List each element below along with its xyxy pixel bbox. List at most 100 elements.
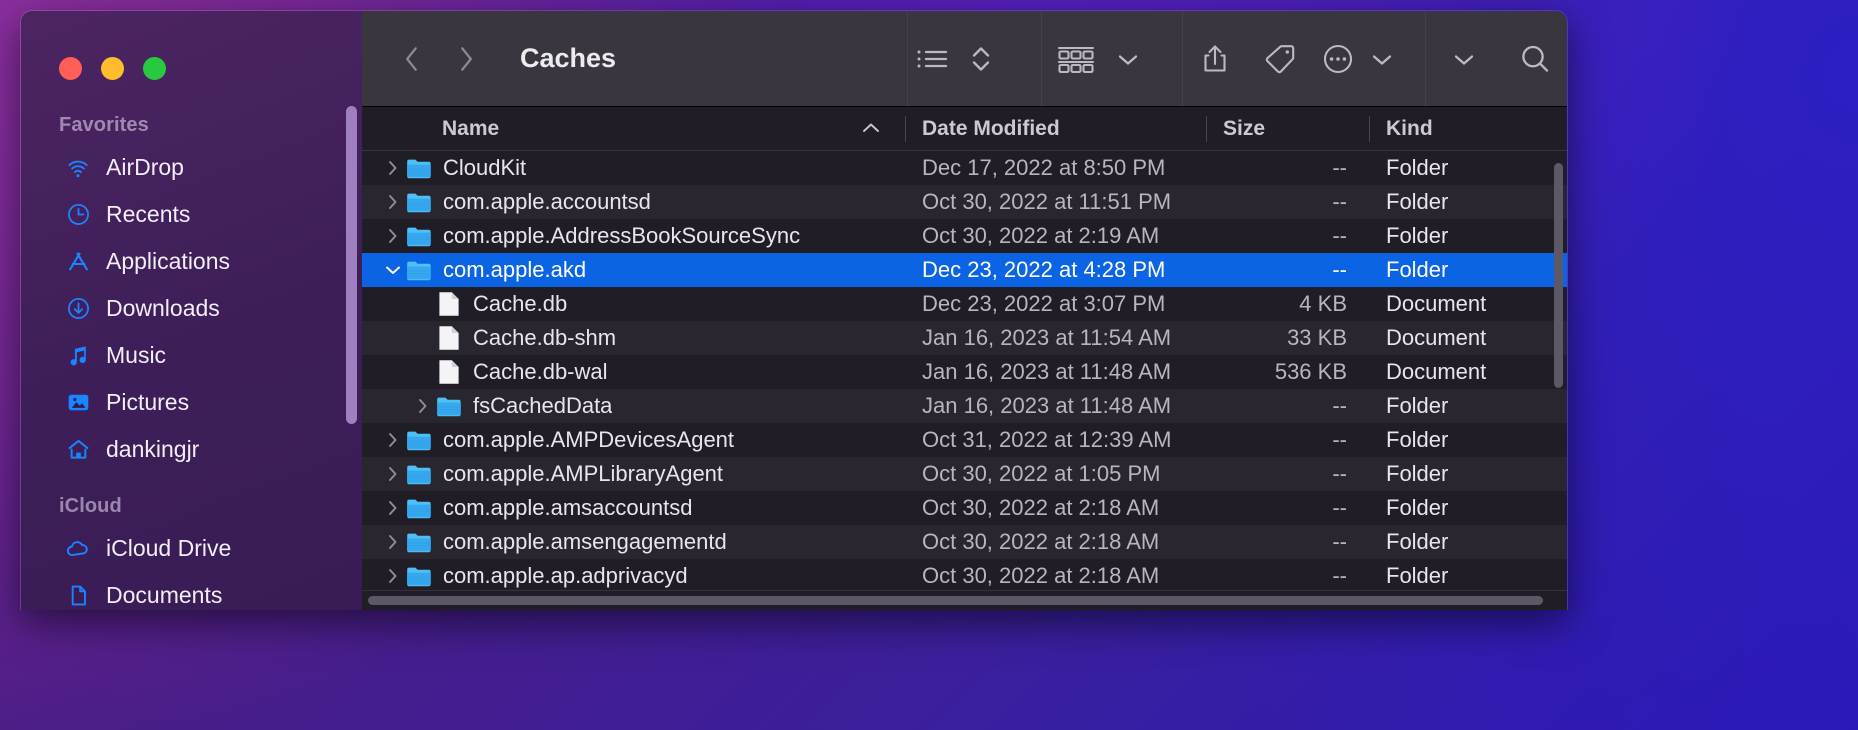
sidebar-item-documents[interactable]: Documents [29,572,350,610]
document-icon [436,359,462,385]
sidebar-item-label: iCloud Drive [106,535,232,561]
table-row[interactable]: Cache.db-shm Jan 16, 2023 at 11:54 AM 33 K… [362,321,1567,355]
cloud-icon [65,536,91,562]
sidebar-item-icloud-drive[interactable]: iCloud Drive [29,525,350,572]
zoom-button[interactable] [143,57,166,80]
horizontal-scrollbar-thumb[interactable] [368,596,1543,605]
disclosure-collapsed-icon[interactable] [380,532,406,552]
sidebar-item-label: Music [106,342,167,368]
sidebar-item-label: Documents [106,582,223,608]
sidebar-item-label: Pictures [106,389,190,415]
table-row[interactable]: com.apple.akd Dec 23, 2022 at 4:28 PM -- Fo… [362,253,1567,287]
table-row[interactable]: com.apple.AMPLibraryAgent Oct 30, 2022 at… [362,457,1567,491]
share-button[interactable] [1182,11,1247,107]
sidebar-item-downloads[interactable]: Downloads [29,285,350,332]
sidebar-item-applications[interactable]: Applications [29,238,350,285]
cell-size: -- [1332,563,1347,588]
disclosure-collapsed-icon[interactable] [380,226,406,246]
cell-date-modified: Jan 16, 2023 at 11:54 AM [922,325,1172,350]
sidebar-scrollbar[interactable] [346,106,357,424]
cell-kind: Folder [1386,393,1449,418]
file-name-label: Cache.db-wal [473,359,608,384]
cell-name: com.apple.accountsd [362,189,905,215]
cell-date-modified: Oct 30, 2022 at 2:18 AM [922,529,1160,554]
cell-name: com.apple.AMPDevicesAgent [362,427,905,453]
disclosure-collapsed-icon[interactable] [380,498,406,518]
cell-kind: Document [1386,359,1487,384]
sort-ascending-icon [861,117,881,141]
toolbar-overflow-button[interactable] [1426,11,1502,107]
clock-icon [65,202,91,228]
forward-button[interactable] [452,41,480,77]
file-name-label: com.apple.amsaccountsd [443,495,693,520]
table-row[interactable]: com.apple.accountsd Oct 30, 2022 at 11:51… [362,185,1567,219]
search-button[interactable] [1502,11,1567,107]
cell-kind: Folder [1386,223,1449,248]
sidebar-item-music[interactable]: Music [29,332,350,379]
cell-size: -- [1332,495,1347,520]
cell-kind: Folder [1386,461,1449,486]
sidebar-item-airdrop[interactable]: AirDrop [29,144,350,191]
file-list-scrollbar[interactable] [1554,163,1563,388]
tag-button[interactable] [1247,11,1312,107]
column-header-size[interactable]: Size [1206,107,1369,151]
cell-name: CloudKit [362,155,905,181]
window-title: Caches [520,43,617,73]
disclosure-collapsed-icon[interactable] [410,396,436,416]
column-header-name[interactable]: Name [362,107,905,151]
cell-size: -- [1332,189,1347,214]
applications-icon [65,249,91,275]
disclosure-collapsed-icon[interactable] [380,566,406,586]
cell-name: com.apple.amsengagementd [362,529,905,555]
cell-date-modified: Oct 30, 2022 at 11:51 PM [922,189,1172,214]
disclosure-collapsed-icon[interactable] [380,430,406,450]
sort-order-button[interactable] [961,11,1000,107]
sidebar-section-title-icloud: iCloud [59,495,122,517]
sidebar-section-title-favorites: Favorites [59,114,149,136]
disclosure-collapsed-icon[interactable] [380,192,406,212]
minimize-button[interactable] [101,57,124,80]
table-row[interactable]: CloudKit Dec 17, 2022 at 8:50 PM -- Folder [362,151,1567,185]
column-header-date-modified[interactable]: Date Modified [905,107,1206,151]
sidebar: Favorites AirDrop Recents Applications D… [21,11,362,610]
cell-size: -- [1332,529,1347,554]
cell-name: com.apple.amsaccountsd [362,495,905,521]
table-row[interactable]: com.apple.amsaccountsd Oct 30, 2022 at 2:… [362,491,1567,525]
table-row[interactable]: com.apple.AMPDevicesAgent Oct 31, 2022 at… [362,423,1567,457]
more-options-button[interactable] [1312,11,1364,107]
cell-date-modified: Jan 16, 2023 at 11:48 AM [922,393,1172,418]
toolbar-actions [907,11,1567,107]
more-options-chevron-button[interactable] [1364,11,1399,107]
file-list[interactable]: CloudKit Dec 17, 2022 at 8:50 PM -- Folder c… [362,151,1567,610]
sidebar-item-label: Downloads [106,295,220,321]
table-row[interactable]: com.apple.AddressBookSourceSync Oct 30, 2… [362,219,1567,253]
disclosure-collapsed-icon[interactable] [380,464,406,484]
file-name-label: com.apple.AddressBookSourceSync [443,223,801,248]
close-button[interactable] [59,57,82,80]
sidebar-item-label: Applications [106,248,231,274]
cell-size: -- [1332,223,1347,248]
cell-name: Cache.db [362,291,905,317]
cell-name: com.apple.ap.adprivacyd [362,563,905,589]
disclosure-collapsed-icon[interactable] [380,158,406,178]
horizontal-scrollbar-track[interactable] [362,590,1567,610]
group-by-button[interactable] [1041,11,1110,107]
table-row[interactable]: Cache.db Dec 23, 2022 at 3:07 PM 4 KB Docum… [362,287,1567,321]
sidebar-item-pictures[interactable]: Pictures [29,379,350,426]
cell-kind: Document [1386,291,1487,316]
disclosure-expanded-icon[interactable] [380,262,406,278]
column-header-kind[interactable]: Kind [1369,107,1567,151]
table-row[interactable]: Cache.db-wal Jan 16, 2023 at 11:48 AM 536 … [362,355,1567,389]
back-button[interactable] [398,41,426,77]
table-row[interactable]: fsCachedData Jan 16, 2023 at 11:48 AM -- Fo… [362,389,1567,423]
sidebar-item-dankingjr[interactable]: dankingjr [29,426,350,473]
group-by-chevron-button[interactable] [1110,11,1145,107]
music-note-icon [65,343,91,369]
table-row[interactable]: com.apple.amsengagementd Oct 30, 2022 at … [362,525,1567,559]
traffic-lights [21,11,362,80]
cell-size: 33 KB [1287,325,1347,350]
sidebar-item-recents[interactable]: Recents [29,191,350,238]
cell-name: com.apple.AMPLibraryAgent [362,461,905,487]
table-row[interactable]: com.apple.ap.adprivacyd Oct 30, 2022 at 2… [362,559,1567,593]
list-view-button[interactable] [908,11,962,107]
